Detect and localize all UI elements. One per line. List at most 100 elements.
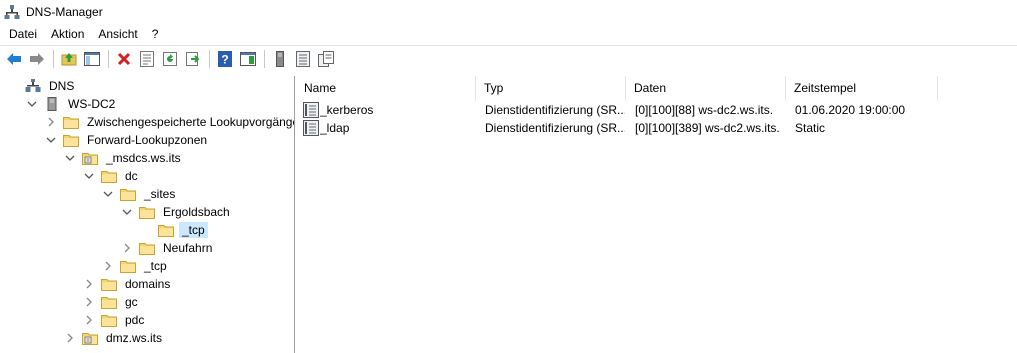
record-type: Dienstidentifizierung (SR... <box>485 121 625 135</box>
chevron-right-icon[interactable] <box>83 314 95 326</box>
chevron-right-icon[interactable] <box>64 332 76 344</box>
chevron-right-icon[interactable] <box>83 278 95 290</box>
console-icon <box>240 51 256 66</box>
title-bar: DNS-Manager <box>0 0 1017 24</box>
console-button[interactable] <box>237 48 259 70</box>
tree-node-label: Zwischengespeicherte Lookupvorgänge <box>87 115 295 129</box>
chevron-right-icon[interactable] <box>83 296 95 308</box>
tree-node[interactable]: DNS <box>7 77 77 95</box>
menu-aktion[interactable]: Aktion <box>44 24 91 44</box>
forward-icon <box>30 52 44 65</box>
tree-node-label: Ergoldsbach <box>163 205 230 219</box>
tree-node-label: Forward-Lookupzonen <box>87 133 208 147</box>
export-icon <box>186 51 200 66</box>
column-header-daten[interactable]: Daten <box>626 76 786 101</box>
menu-help[interactable]: ? <box>145 24 166 44</box>
tree-pane[interactable]: DNS WS-DC2 Zwischengespeicherte Lookupvorg… <box>0 76 295 353</box>
chevron-right-icon[interactable] <box>45 116 57 128</box>
tree-node[interactable]: domains <box>83 275 173 293</box>
folder-icon <box>101 313 117 327</box>
chevron-down-icon[interactable] <box>64 152 76 164</box>
chevron-down-icon[interactable] <box>121 206 133 218</box>
toolbar-separator <box>264 49 265 68</box>
records-button[interactable] <box>292 48 314 70</box>
tree-node-label: pdc <box>125 313 145 327</box>
tree-node[interactable]: Ergoldsbach <box>121 203 233 221</box>
tree-node[interactable]: pdc <box>83 311 147 329</box>
dns-icon <box>25 79 41 93</box>
tree-node[interactable]: dc <box>83 167 141 185</box>
column-header-name[interactable]: Name <box>296 76 476 101</box>
chevron-down-icon[interactable] <box>26 98 38 110</box>
export-button[interactable] <box>182 48 204 70</box>
chevron-down-icon[interactable] <box>83 170 95 182</box>
folder-icon <box>101 277 117 291</box>
tree-node[interactable]: gc <box>83 293 141 311</box>
toolbar-separator <box>209 49 210 68</box>
back-button[interactable] <box>3 48 25 70</box>
record-icon <box>303 120 319 138</box>
record-type: Dienstidentifizierung (SR... <box>485 103 625 117</box>
toolbar-separator <box>53 49 54 68</box>
folder-icon <box>101 295 117 309</box>
record-row[interactable]: _kerberos Dienstidentifizierung (SR... [0]… <box>296 101 1017 119</box>
record-list-pane[interactable]: Name Typ Daten Zeitstempel _kerberos Dien… <box>296 76 1017 353</box>
help-button[interactable]: ? <box>214 48 236 70</box>
help-icon: ? <box>218 50 232 67</box>
refresh-button[interactable] <box>159 48 181 70</box>
up-folder-button[interactable] <box>58 48 80 70</box>
chevron-down-icon[interactable] <box>45 134 57 146</box>
server-button[interactable] <box>269 48 291 70</box>
tree-node[interactable]: WS-DC2 <box>26 95 118 113</box>
record-timestamp: Static <box>795 121 826 135</box>
tree-node-label: Neufahrn <box>163 241 213 255</box>
tree-node-label: dc <box>125 169 138 183</box>
record-icon <box>303 102 319 120</box>
column-header-typ[interactable]: Typ <box>476 76 626 101</box>
show-hide-tree-icon <box>84 51 100 66</box>
tree-node-label: _tcp <box>179 222 208 238</box>
tree-node[interactable]: _tcp <box>140 221 208 239</box>
folder-icon <box>120 187 136 201</box>
back-icon <box>7 52 21 65</box>
copy-records-button[interactable] <box>315 48 337 70</box>
show-hide-tree-button[interactable] <box>81 48 103 70</box>
server-icon <box>44 97 60 111</box>
folder-icon <box>120 259 136 273</box>
record-row[interactable]: _ldap Dienstidentifizierung (SR... [0][100… <box>296 119 1017 137</box>
tree-node[interactable]: _tcp <box>102 257 170 275</box>
toolbar: ? <box>0 45 1017 71</box>
menu-ansicht[interactable]: Ansicht <box>91 24 144 44</box>
tree-node[interactable]: Neufahrn <box>121 239 215 257</box>
menu-bar: Datei Aktion Ansicht ? <box>0 24 1017 44</box>
tree-node[interactable]: dmz.ws.its <box>64 329 165 347</box>
folder-icon <box>139 241 155 255</box>
expander-placeholder <box>7 80 19 92</box>
chevron-right-icon[interactable] <box>102 260 114 272</box>
zone-icon <box>82 331 98 345</box>
record-name: _ldap <box>320 121 350 135</box>
tree-node[interactable]: _sites <box>102 185 178 203</box>
folder-icon <box>63 133 79 147</box>
chevron-down-icon[interactable] <box>102 188 114 200</box>
delete-button[interactable] <box>113 48 135 70</box>
forward-button[interactable] <box>26 48 48 70</box>
up-folder-icon <box>61 52 77 65</box>
record-name: _kerberos <box>320 103 374 117</box>
properties-button[interactable] <box>136 48 158 70</box>
tree-node[interactable]: Zwischengespeicherte Lookupvorgänge <box>45 113 295 131</box>
menu-datei[interactable]: Datei <box>0 24 44 44</box>
copy-records-icon <box>318 50 334 67</box>
tree-node[interactable]: _msdcs.ws.its <box>64 149 184 167</box>
column-header-zeitstempel[interactable]: Zeitstempel <box>786 76 938 101</box>
delete-icon <box>117 52 131 65</box>
tree-node-label: dmz.ws.its <box>106 331 163 345</box>
record-data: [0][100][389] ws-dc2.ws.its. <box>635 121 780 135</box>
folder-icon <box>158 223 174 237</box>
tree-node-label: _msdcs.ws.its <box>106 151 181 165</box>
zone-icon <box>82 151 98 165</box>
chevron-right-icon[interactable] <box>121 242 133 254</box>
tree-node[interactable]: Forward-Lookupzonen <box>45 131 210 149</box>
server-icon <box>276 50 284 67</box>
tree-node-label: _tcp <box>144 259 167 273</box>
